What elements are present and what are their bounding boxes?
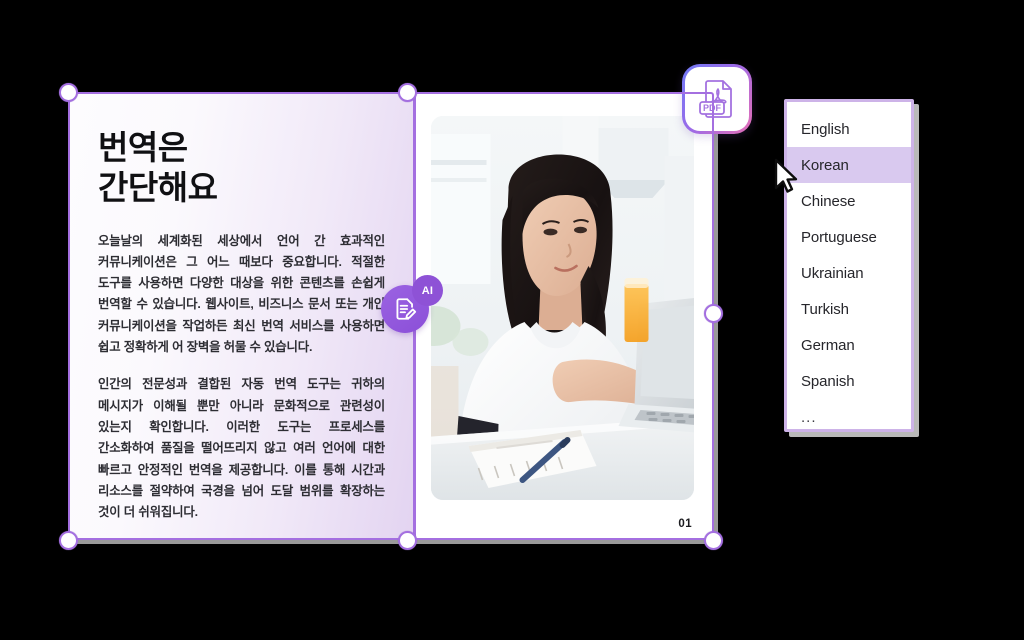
- photo-woman-laptop: [431, 116, 694, 500]
- pdf-file-icon: PDF: [699, 80, 732, 118]
- resize-handle-top-left[interactable]: [59, 83, 78, 102]
- language-option-turkish[interactable]: Turkish: [787, 291, 911, 327]
- resize-handle-top-middle[interactable]: [398, 83, 417, 102]
- resize-handle-bottom-right[interactable]: [704, 531, 723, 550]
- resize-handle-bottom-middle[interactable]: [398, 531, 417, 550]
- pdf-icon-inner: PDF: [685, 67, 749, 131]
- paragraph-2: 인간의 전문성과 결합된 자동 번역 도구는 귀하의 메시지가 이해될 뿐만 아…: [98, 377, 385, 520]
- page-title: 번역은 간단해요: [98, 129, 218, 207]
- document-pencil-icon: [396, 298, 417, 320]
- language-option-portuguese[interactable]: Portuguese: [787, 219, 911, 255]
- language-option-english[interactable]: English: [787, 111, 911, 147]
- svg-text:PDF: PDF: [703, 103, 722, 113]
- language-option-ukrainian[interactable]: Ukrainian: [787, 255, 911, 291]
- pdf-export-button[interactable]: PDF: [682, 64, 752, 134]
- document-page-left[interactable]: 번역은 간단해요 오늘날의 세계화된 세상에서 언어 간 효과적인 커뮤니케이션…: [70, 94, 413, 538]
- language-option-chinese[interactable]: Chinese: [787, 183, 911, 219]
- page-number: 01: [678, 518, 692, 530]
- document-page-right[interactable]: 01: [413, 94, 712, 538]
- language-dropdown[interactable]: English Korean Chinese Portuguese Ukrainian T…: [784, 99, 914, 432]
- resize-handle-bottom-left[interactable]: [59, 531, 78, 550]
- photo-illustration: [431, 116, 694, 500]
- language-option-german[interactable]: German: [787, 327, 911, 363]
- language-option-spanish[interactable]: Spanish: [787, 363, 911, 399]
- ai-assist-badge[interactable]: AI: [381, 275, 443, 333]
- canvas-stage: 번역은 간단해요 오늘날의 세계화된 세상에서 언어 간 효과적인 커뮤니케이션…: [0, 0, 1024, 640]
- language-option-korean[interactable]: Korean: [787, 147, 911, 183]
- paragraph-1: 오늘날의 세계화된 세상에서 언어 간 효과적인 커뮤니케이션은 그 어느 때보…: [98, 233, 385, 355]
- language-option-moremoremore[interactable]: ...: [787, 399, 911, 435]
- ai-label-badge[interactable]: AI: [412, 275, 443, 306]
- resize-handle-right-middle[interactable]: [704, 304, 723, 323]
